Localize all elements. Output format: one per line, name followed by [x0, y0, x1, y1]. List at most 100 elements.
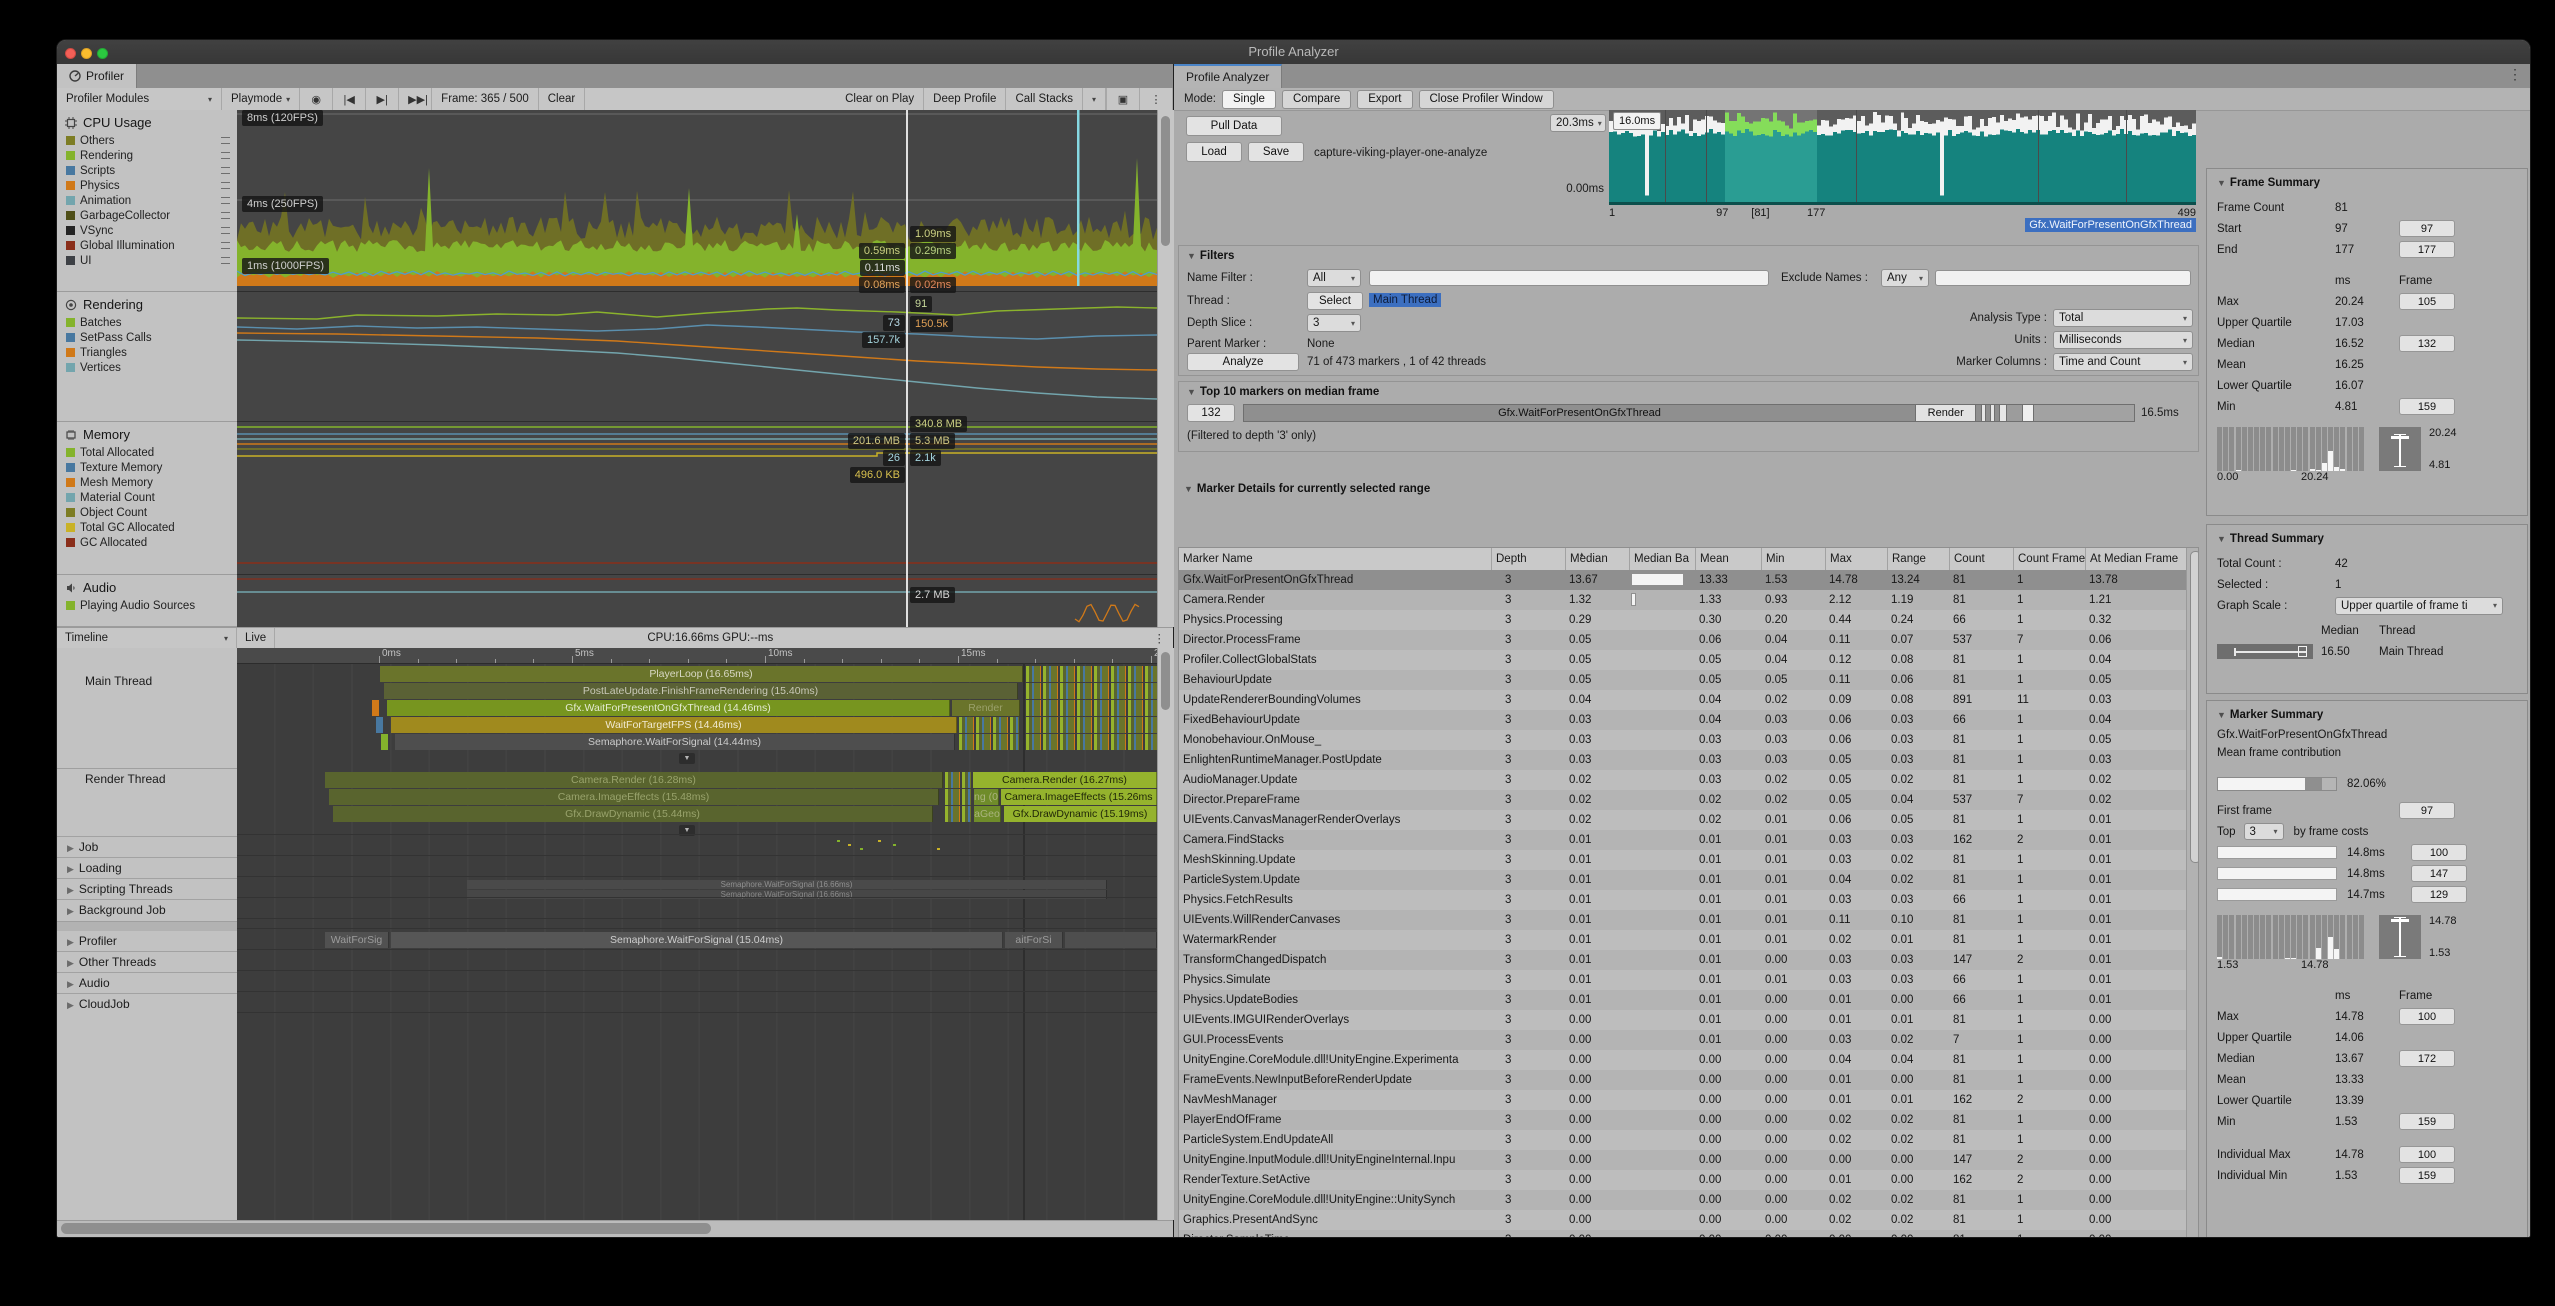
timeline-menu-icon[interactable]: ⋮ [1146, 628, 1174, 648]
module-header[interactable]: Memory [57, 422, 237, 445]
table-row[interactable]: Monobehaviour.OnMouse_30.030.030.030.060… [1179, 730, 2187, 750]
timeline-canvas[interactable]: 0ms5ms10ms15ms2PlayerLoop (16.65ms)PostL… [237, 648, 1157, 1220]
analysis-type-dropdown[interactable]: Total▾ [2053, 309, 2193, 327]
column-header-depth[interactable]: Depth [1491, 548, 1565, 570]
frame-time-graph[interactable] [1609, 110, 2196, 205]
first-frame-button[interactable]: 97 [2399, 802, 2455, 819]
frame-jump-button[interactable]: 159 [2399, 1113, 2455, 1130]
timeline-span[interactable]: WaitForTargetFPS (14.46ms) [391, 717, 957, 733]
depth-slice-dropdown[interactable]: 3▾ [1307, 314, 1361, 332]
call-stacks-toggle[interactable]: Call Stacks [1006, 88, 1083, 110]
table-row[interactable]: NavMeshManager30.000.000.000.010.0116220… [1179, 1090, 2187, 1110]
legend-item[interactable]: Total Allocated [57, 445, 237, 460]
table-row[interactable]: TransformChangedDispatch30.010.010.000.0… [1179, 950, 2187, 970]
drag-handle-icon[interactable] [221, 242, 230, 249]
legend-item[interactable]: Rendering [57, 148, 237, 163]
top10-segment[interactable]: Render [1916, 405, 1977, 421]
legend-item[interactable]: Animation [57, 193, 237, 208]
timeline-vertical-scrollbar[interactable] [1157, 648, 1174, 1220]
legend-item[interactable]: GC Allocated [57, 535, 237, 550]
table-row[interactable]: Camera.Render31.321.330.932.121.198111.2… [1179, 590, 2187, 610]
thread-row-audio[interactable]: ▶Audio [57, 972, 237, 993]
column-header-count[interactable]: Count [1949, 548, 2013, 570]
drag-handle-icon[interactable] [221, 197, 230, 204]
mode-button-close-profiler-window[interactable]: Close Profiler Window [1419, 90, 1554, 109]
column-header-mean[interactable]: Mean [1695, 548, 1761, 570]
table-row[interactable]: WatermarkRender30.010.010.010.020.018110… [1179, 930, 2187, 950]
table-row[interactable]: UpdateRendererBoundingVolumes30.040.040.… [1179, 690, 2187, 710]
table-row[interactable]: ParticleSystem.EndUpdateAll30.000.000.00… [1179, 1130, 2187, 1150]
clear-button[interactable]: Clear [539, 88, 585, 110]
timeline-view-dropdown[interactable]: Timeline▾ [57, 628, 237, 648]
top-cost-row[interactable]: 14.7ms129 [2217, 884, 2517, 905]
mode-button-compare[interactable]: Compare [1282, 90, 1351, 109]
table-row[interactable]: ParticleSystem.Update30.010.010.010.040.… [1179, 870, 2187, 890]
units-dropdown[interactable]: Milliseconds▾ [2053, 331, 2193, 349]
thread-select-button[interactable]: Select [1307, 292, 1363, 310]
top-cost-frame-button[interactable]: 129 [2411, 886, 2467, 903]
drag-handle-icon[interactable] [221, 152, 230, 159]
column-header-median-ba[interactable]: Median Ba [1629, 548, 1695, 570]
table-row[interactable]: Physics.Processing30.290.300.200.440.246… [1179, 610, 2187, 630]
drag-handle-icon[interactable] [221, 137, 230, 144]
column-header-median[interactable]: Median▴ [1565, 548, 1629, 570]
thread-row-background-job[interactable]: ▶Background Job [57, 899, 237, 920]
charts-vertical-scrollbar[interactable] [1157, 110, 1174, 627]
table-row[interactable]: UIEvents.IMGUIRenderOverlays30.000.010.0… [1179, 1010, 2187, 1030]
timeline-live-button[interactable]: Live [237, 628, 275, 648]
frame-jump-button[interactable]: 159 [2399, 1167, 2455, 1184]
legend-item[interactable]: Others [57, 133, 237, 148]
column-header-max[interactable]: Max [1825, 548, 1887, 570]
timeline-span[interactable]: Gfx.DrawDynamic (15.44ms) [333, 806, 933, 822]
exclude-mode-dropdown[interactable]: Any▾ [1881, 269, 1929, 287]
prev-frame-icon[interactable]: |◀ [333, 88, 366, 110]
range-dropdown[interactable]: 20.3ms▾ [1550, 114, 1606, 132]
pull-data-button[interactable]: Pull Data [1186, 116, 1282, 136]
timeline-span[interactable]: Camera.ImageEffects (15.48ms) [329, 789, 939, 805]
timeline-span[interactable]: PlayerLoop (16.65ms) [380, 666, 1023, 682]
thread-row-job[interactable]: ▶Job [57, 836, 237, 857]
marker-details-table[interactable]: Marker NameDepthMedian▴Median BaMeanMinM… [1178, 547, 2199, 1237]
timeline-span[interactable]: Camera.Render (16.27ms) [973, 772, 1157, 788]
name-filter-input[interactable] [1369, 270, 1769, 286]
table-row[interactable]: UIEvents.WillRenderCanvases30.010.010.01… [1179, 910, 2187, 930]
current-frame-icon[interactable]: ▶▶| [399, 88, 432, 110]
timeline-span[interactable]: Semaphore.WaitForSignal (16.66ms) [467, 880, 1107, 889]
timeline-span[interactable]: WaitForSig [325, 932, 389, 948]
exclude-names-input[interactable] [1935, 270, 2191, 286]
legend-item[interactable]: Vertices [57, 360, 237, 375]
graph-scale-dropdown[interactable]: Upper quartile of frame ti▾ [2335, 597, 2503, 615]
details-table-scrollbar[interactable] [2186, 548, 2199, 1237]
table-row[interactable]: Physics.FetchResults30.010.010.010.030.0… [1179, 890, 2187, 910]
save-button[interactable]: Save [1248, 142, 1304, 162]
table-row[interactable]: AudioManager.Update30.020.030.020.050.02… [1179, 770, 2187, 790]
legend-item[interactable]: SetPass Calls [57, 330, 237, 345]
thread-label-render-thread[interactable]: Render Thread [57, 772, 237, 786]
table-row[interactable]: FrameEvents.NewInputBeforeRenderUpdate30… [1179, 1070, 2187, 1090]
record-icon[interactable]: ◉ [300, 88, 333, 110]
table-row[interactable]: PlayerEndOfFrame30.000.000.000.020.02811… [1179, 1110, 2187, 1130]
timeline-span[interactable]: Camera.Render (16.28ms) [325, 772, 943, 788]
deep-profile-toggle[interactable]: Deep Profile [924, 88, 1006, 110]
thread-row-profiler[interactable]: ▶Profiler [57, 930, 237, 951]
module-header[interactable]: Rendering [57, 292, 237, 315]
thread-label-main-thread[interactable]: Main Thread [57, 674, 237, 688]
column-header-marker-name[interactable]: Marker Name [1179, 548, 1491, 570]
legend-item[interactable]: Physics [57, 178, 237, 193]
module-header[interactable]: CPU Usage [57, 110, 237, 133]
thread-row-loading[interactable]: ▶Loading [57, 857, 237, 878]
table-row[interactable]: Physics.Simulate30.010.010.010.030.03661… [1179, 970, 2187, 990]
timeline-span[interactable]: aGeo [974, 806, 1001, 822]
drag-handle-icon[interactable] [221, 182, 230, 189]
top10-marker-bar[interactable]: Gfx.WaitForPresentOnGfxThreadRender [1243, 404, 2135, 422]
table-row[interactable]: FixedBehaviourUpdate30.030.040.030.060.0… [1179, 710, 2187, 730]
table-row[interactable]: Camera.FindStacks30.010.010.010.030.0316… [1179, 830, 2187, 850]
legend-item[interactable]: Playing Audio Sources [57, 598, 237, 613]
frame-jump-button[interactable]: 97 [2399, 220, 2455, 237]
table-row[interactable]: Gfx.WaitForPresentOnGfxThread313.6713.33… [1179, 570, 2187, 590]
frame-jump-button[interactable]: 105 [2399, 293, 2455, 310]
mode-button-single[interactable]: Single [1222, 90, 1276, 109]
timeline-span[interactable]: Gfx.DrawDynamic (15.19ms) [1004, 806, 1157, 822]
timeline-span[interactable]: Semaphore.WaitForSignal (14.44ms) [395, 734, 955, 750]
frame-jump-button[interactable]: 177 [2399, 241, 2455, 258]
